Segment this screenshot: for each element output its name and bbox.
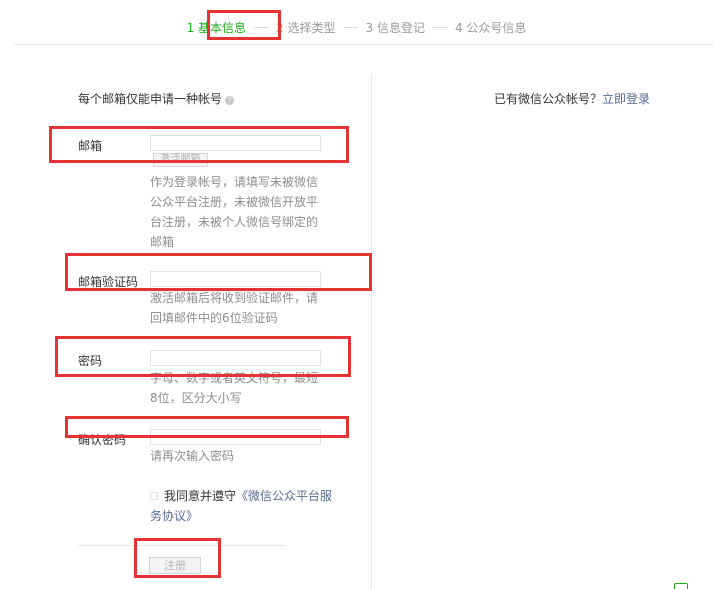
account-tip: 每个邮箱仅能申请一种帐号? <box>78 90 235 107</box>
agreement-checkbox[interactable] <box>150 492 158 500</box>
help-icon[interactable]: ? <box>225 96 235 105</box>
step-select-type: 2 选择类型 <box>276 20 336 35</box>
email-description: 作为登录帐号，请填写未被微信公众平台注册，未被微信开放平台注册，未被个人微信号绑… <box>150 175 319 249</box>
corner-widget <box>674 583 688 589</box>
agreement-row: 我同意并遵守《微信公众平台服务协议》 <box>150 486 340 526</box>
login-tip: 已有微信公众帐号？立即登录 <box>494 90 650 107</box>
annotation-box-email <box>49 126 349 163</box>
agreement-text: 我同意并遵守 <box>164 489 237 503</box>
login-link[interactable]: 立即登录 <box>602 92 650 106</box>
annotation-box-email-code <box>65 253 372 291</box>
login-tip-text: 已有微信公众帐号？ <box>494 92 603 106</box>
step-separator <box>432 26 447 28</box>
column-divider <box>371 74 372 589</box>
step-bar: 1 基本信息 2 选择类型 3 信息登记 4 公众号信息 <box>0 16 713 38</box>
annotation-box-step <box>207 10 281 40</box>
annotation-box-confirm-password <box>65 416 349 438</box>
account-tip-text: 每个邮箱仅能申请一种帐号 <box>78 92 223 106</box>
step-separator <box>343 26 358 28</box>
annotation-box-register <box>134 538 221 578</box>
confirm-password-description: 请再次输入密码 <box>150 449 235 463</box>
step-account-info: 4 公众号信息 <box>454 20 527 35</box>
header-divider <box>14 44 713 45</box>
annotation-box-password <box>55 336 351 377</box>
email-code-description: 激活邮箱后将收到验证邮件，请回填邮件中的6位验证码 <box>150 291 319 325</box>
step-info-register: 3 信息登记 <box>365 20 425 35</box>
